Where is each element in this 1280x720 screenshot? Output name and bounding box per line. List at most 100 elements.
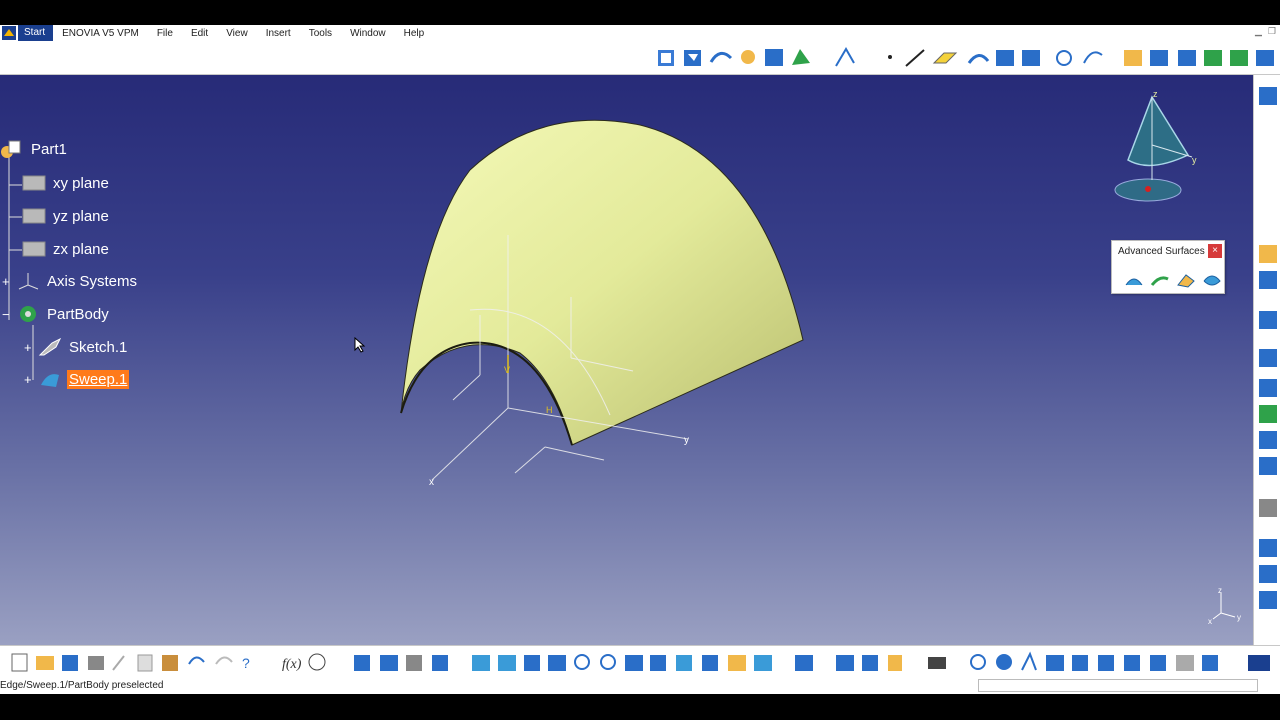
advanced-surfaces-toolbar[interactable]: Advanced Surfaces × [1111,240,1225,294]
tree-node-sketch1[interactable]: + Sketch.1 [24,335,129,359]
circle-icon[interactable] [1056,50,1072,66]
tool-icon[interactable] [1046,655,1064,671]
menu-window[interactable]: Window [341,28,395,39]
tool-icon[interactable] [836,655,854,671]
spline-icon[interactable] [1083,51,1103,64]
select-icon[interactable] [658,50,674,66]
undo-icon[interactable] [188,656,205,665]
tool-icon[interactable] [1259,349,1277,367]
tool-icon[interactable] [1259,379,1277,397]
redo-icon[interactable] [215,656,233,665]
tree-node-zx-plane[interactable]: zx plane [22,237,111,261]
tool-icon[interactable] [1259,405,1277,423]
tool-icon[interactable] [862,655,878,671]
tool-icon[interactable] [888,655,902,671]
sketch-curve-icon[interactable] [709,51,733,63]
projection-icon[interactable] [967,54,990,64]
tool-icon[interactable] [1259,271,1277,289]
filter-icon[interactable] [684,50,701,66]
hand-icon[interactable] [741,50,755,64]
intersection-icon[interactable] [996,50,1014,66]
menu-enovia[interactable]: ENOVIA V5 VPM [53,28,148,39]
menu-insert[interactable]: Insert [257,28,300,39]
offset-icon[interactable] [1230,50,1248,66]
tool-icon[interactable] [1259,457,1277,475]
line-icon[interactable] [905,49,925,67]
tool-icon[interactable] [1098,655,1114,671]
wrap-curve-icon[interactable] [1150,271,1170,289]
render-style-icon[interactable] [728,655,746,671]
cut-icon[interactable] [112,655,125,671]
bump-icon[interactable] [1124,271,1144,289]
knowledge-icon[interactable] [308,653,326,671]
iso-view-icon[interactable] [676,655,692,671]
tool-icon[interactable] [1259,311,1277,329]
hide-icon[interactable] [754,655,772,671]
tree-node-part1[interactable]: Part1 [0,137,69,161]
swap-icon[interactable] [432,655,448,671]
tree-node-sweep1[interactable]: + Sweep.1 [24,367,130,391]
plane-icon[interactable] [932,52,958,64]
rotate-icon[interactable] [548,655,566,671]
shading-icon[interactable] [702,655,718,671]
command-input[interactable] [978,679,1258,692]
multi-view-icon[interactable] [650,655,666,671]
print-icon[interactable] [88,656,104,670]
expand-plus-icon[interactable]: + [2,274,16,289]
tree-node-partbody[interactable]: − PartBody [2,302,111,326]
menu-file[interactable]: File [148,28,182,39]
sweep-toolbar-icon[interactable] [1150,50,1168,66]
tool-icon[interactable] [1150,655,1166,671]
save-icon[interactable] [62,655,78,671]
menu-view[interactable]: View [217,28,257,39]
collapse-minus-icon[interactable]: − [2,307,16,322]
tool-icon[interactable] [1202,655,1218,671]
zoom-in-icon[interactable] [574,654,590,670]
tool-icon[interactable] [1124,655,1140,671]
hide-show-icon[interactable] [406,655,422,671]
point-icon[interactable] [888,55,892,59]
axis-tool-icon[interactable] [1021,651,1037,671]
fill-icon[interactable] [1178,50,1196,66]
sweep-surface[interactable] [400,119,804,446]
tool-icon[interactable] [1259,245,1277,263]
open-folder-icon[interactable] [36,656,54,670]
tree-node-xy-plane[interactable]: xy plane [22,171,111,195]
menu-start[interactable]: Start [18,25,54,41]
tree-node-axis-systems[interactable]: + Axis Systems [2,269,139,293]
tool-icon[interactable] [1259,499,1277,517]
tool-icon[interactable] [1259,431,1277,449]
pan-icon[interactable] [524,655,540,671]
camera-icon[interactable] [928,657,946,669]
shape-morphing-icon[interactable] [1202,271,1222,289]
minimize-icon[interactable]: ▁ [1255,26,1262,37]
fit-all-icon[interactable] [498,655,516,671]
menu-edit[interactable]: Edit [182,28,217,39]
measure-icon[interactable] [380,655,398,671]
new-file-icon[interactable] [11,653,28,672]
copy-icon[interactable] [137,654,153,672]
formula-icon[interactable]: f(x) [282,657,302,672]
smart-pick-icon[interactable] [792,49,810,65]
wrap-surface-icon[interactable] [1176,271,1196,289]
multi-section-icon[interactable] [1256,50,1274,66]
3d-viewport[interactable]: V H x y z y z x y Part1 xy plane yz plan… [0,75,1253,645]
extrapolate-icon[interactable] [835,47,855,67]
fly-icon[interactable] [472,655,490,671]
tool-icon[interactable] [1259,565,1277,583]
tool-icon[interactable] [1176,655,1194,671]
tool-icon[interactable] [1259,539,1277,557]
grid-tool-icon[interactable] [765,49,783,66]
help-icon[interactable]: ? [242,655,250,671]
zoom-out-icon[interactable] [600,654,616,670]
table-icon[interactable] [354,655,370,671]
menu-tools[interactable]: Tools [300,28,341,39]
paste-icon[interactable] [162,655,178,671]
compass-icon[interactable]: z y [1110,85,1210,205]
tool-icon[interactable] [1259,87,1277,105]
close-icon[interactable]: × [1208,244,1222,258]
analysis-icon[interactable] [795,655,813,671]
helix-icon[interactable] [1124,50,1142,66]
grid-icon[interactable] [1072,655,1088,671]
expand-plus-icon[interactable]: + [24,340,38,355]
